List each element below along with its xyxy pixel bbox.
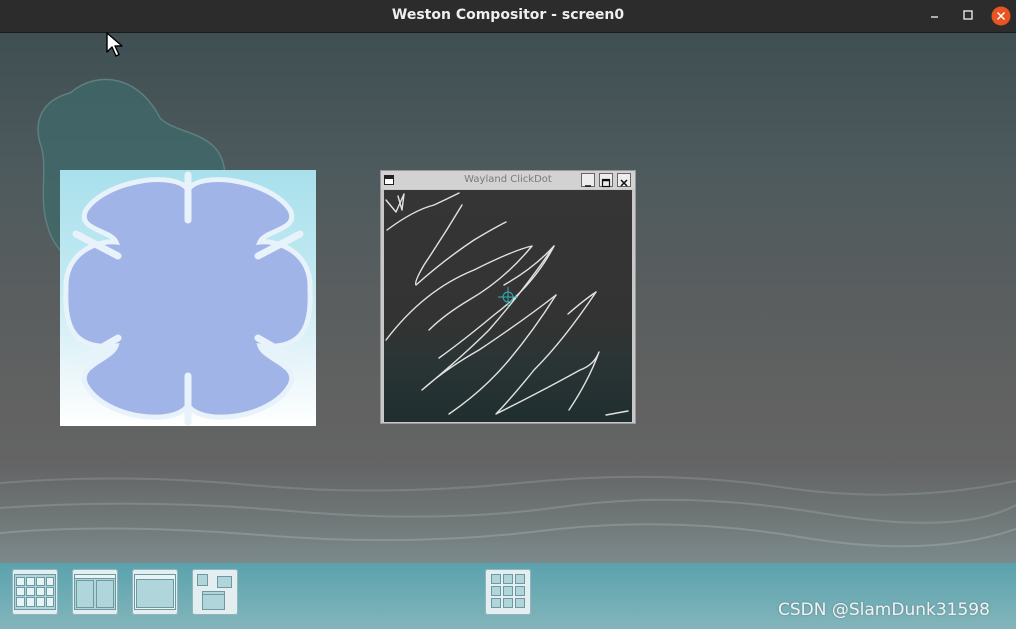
close-icon[interactable] [990, 5, 1012, 27]
mouse-cursor-icon [106, 32, 123, 57]
maximize-icon [601, 178, 611, 188]
scribble-strokes [385, 192, 629, 416]
clickdot-minimize-button[interactable] [581, 173, 595, 187]
launcher-stacked-windows[interactable] [192, 569, 238, 615]
watermark-text: CSDN @SlamDunk31598 [778, 600, 990, 620]
minimize-icon [585, 185, 591, 187]
app-grid-icon [491, 574, 525, 608]
stacked-windows-icon [197, 574, 232, 610]
launcher-app-grid[interactable] [485, 569, 531, 615]
close-icon [620, 179, 628, 187]
minimize-icon[interactable] [924, 5, 946, 27]
clickdot-maximize-button[interactable] [599, 173, 613, 188]
background-waves [0, 475, 1016, 548]
launcher-split-columns[interactable] [72, 569, 118, 615]
host-window-title: Weston Compositor - screen0 [391, 7, 625, 23]
clickdot-window[interactable]: Wayland ClickDot [380, 170, 636, 424]
clickdot-canvas[interactable] [384, 190, 632, 422]
columns-icon [74, 574, 116, 610]
maximize-icon[interactable] [957, 5, 979, 27]
flower-icon [63, 171, 313, 426]
clickdot-close-button[interactable] [617, 173, 631, 187]
clickdot-title: Wayland ClickDot [464, 174, 552, 185]
crosshair-icon [498, 287, 518, 307]
launcher-grid-2x3[interactable] [12, 569, 58, 615]
grid-icon [14, 574, 56, 610]
window-icon [134, 574, 176, 610]
host-titlebar[interactable]: Weston Compositor - screen0 [0, 0, 1016, 33]
clickdot-titlebar[interactable]: Wayland ClickDot [381, 171, 635, 189]
screen: Weston Compositor - screen0 Wayland Clic… [0, 0, 1016, 629]
launcher-single-window[interactable] [132, 569, 178, 615]
flower-window[interactable] [60, 170, 316, 426]
